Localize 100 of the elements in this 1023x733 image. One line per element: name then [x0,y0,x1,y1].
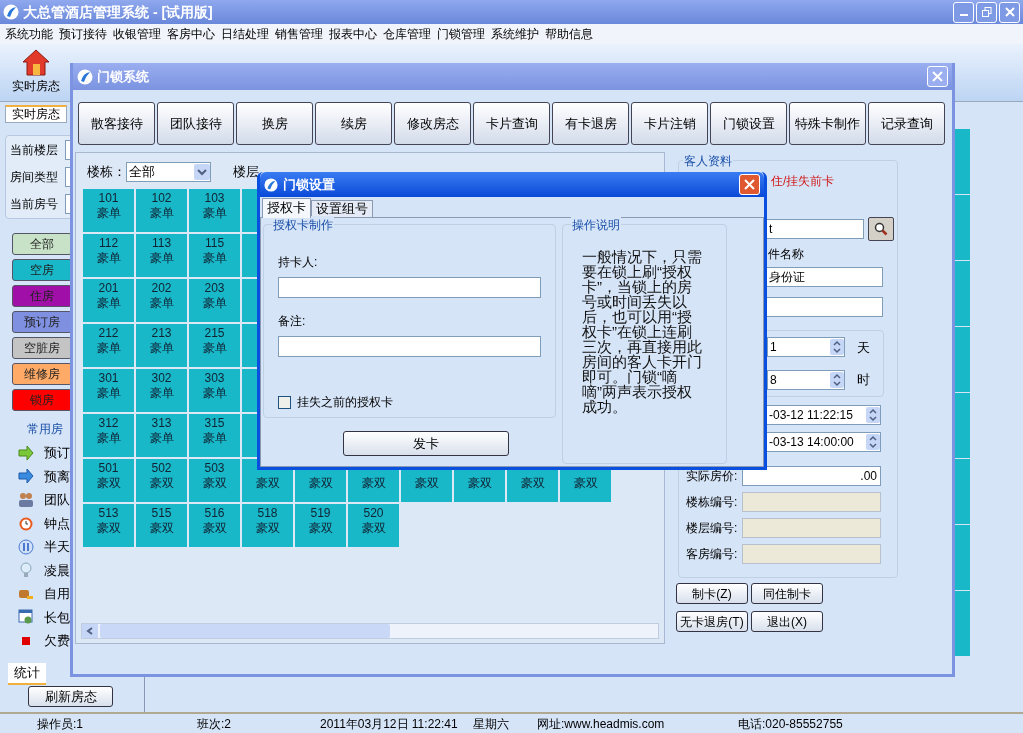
input-field[interactable]: .00 [742,466,881,486]
list-item[interactable]: 团队 [44,490,70,510]
legend-button[interactable]: 空脏房 [12,337,72,359]
tab[interactable]: 授权卡 [262,198,311,218]
menu-item[interactable]: 预订接待 [56,25,110,43]
dropdown[interactable]: 身份证 [766,267,883,287]
list-item[interactable]: 预订 [44,443,70,463]
room-tile[interactable]: 203 豪单 [189,279,240,322]
input-field[interactable] [766,297,883,317]
list-item[interactable]: 长包 [44,607,70,627]
action-button[interactable]: 同住制卡 [751,583,823,604]
toolbar-button[interactable]: 有卡退房 [552,102,629,145]
room-tile[interactable]: 313 豪单 [136,414,187,457]
refresh-button[interactable]: 刷新房态 [28,686,113,707]
room-tile[interactable]: 519 豪双 [295,504,346,547]
tab[interactable]: 设置组号 [311,200,373,218]
room-tile[interactable]: 213 豪单 [136,324,187,367]
scrollbar-thumb[interactable] [100,624,390,638]
input-field[interactable] [742,492,881,512]
input-field[interactable] [278,277,541,298]
minimize-button[interactable] [953,1,974,23]
room-tile[interactable]: 112 豪单 [83,234,134,277]
toolbar-button[interactable]: 团队接待 [157,102,234,145]
room-tile[interactable]: 515 豪双 [136,504,187,547]
toolbar-button[interactable]: 续房 [315,102,392,145]
menu-item[interactable]: 系统功能 [2,25,56,43]
toolbar-button[interactable]: 卡片注销 [631,102,708,145]
room-tile[interactable]: 520 豪双 [348,504,399,547]
list-item[interactable]: 欠费 [44,631,70,651]
toolbar-button[interactable]: 实时房态 [12,48,60,95]
spin-field[interactable]: -03-13 14:00:00 [766,432,881,452]
spin-field[interactable]: 8 [767,369,845,390]
list-item[interactable]: 预离 [44,466,70,486]
legend-button[interactable]: 锁房 [12,389,72,411]
spin-field[interactable]: 1 [767,337,845,358]
room-tile[interactable]: 101 豪单 [83,189,134,232]
menu-item[interactable]: 门锁管理 [434,25,488,43]
toolbar-button[interactable]: 记录查询 [868,102,945,145]
toolbar-button[interactable]: 修改房态 [394,102,471,145]
menu-item[interactable]: 系统维护 [488,25,542,43]
room-tile[interactable]: 312 豪单 [83,414,134,457]
room-tile[interactable]: 201 豪单 [83,279,134,322]
toolbar-button[interactable]: 换房 [236,102,313,145]
spin-field[interactable]: -03-12 11:22:15 [766,405,881,425]
room-tile[interactable]: 102 豪单 [136,189,187,232]
room-tile[interactable]: 212 豪单 [83,324,134,367]
room-tile[interactable]: 301 豪单 [83,369,134,412]
room-tile[interactable]: 302 豪单 [136,369,187,412]
field-label: 实际房价: [686,468,739,485]
legend-button[interactable]: 维修房 [12,363,72,385]
room-tile[interactable]: 315 豪单 [189,414,240,457]
input-field[interactable] [742,518,881,538]
room-tile[interactable]: 113 豪单 [136,234,187,277]
room-tile[interactable]: 215 豪单 [189,324,240,367]
menu-item[interactable]: 客房中心 [164,25,218,43]
list-item[interactable]: 钟点 [44,513,70,533]
menu-item[interactable]: 仓库管理 [380,25,434,43]
maximize-button[interactable] [976,1,997,23]
room-tile[interactable]: 503 豪双 [189,459,240,502]
action-button[interactable]: 制卡(Z) [676,583,748,604]
menu-item[interactable]: 日结处理 [218,25,272,43]
tab[interactable]: 统计 [8,663,46,685]
legend-button[interactable]: 预订房 [12,311,72,333]
toolbar-button[interactable]: 门锁设置 [710,102,787,145]
room-tile[interactable]: 502 豪双 [136,459,187,502]
input-field[interactable] [742,544,881,564]
action-button[interactable]: 无卡退房(T) [676,611,748,632]
toolbar-button[interactable]: 卡片查询 [473,102,550,145]
menu-item[interactable]: 收银管理 [110,25,164,43]
input-field[interactable]: t [766,219,864,239]
room-tile[interactable]: 501 豪双 [83,459,134,502]
room-tile[interactable]: 202 豪单 [136,279,187,322]
action-button[interactable]: 退出(X) [751,611,823,632]
menu-item[interactable]: 帮助信息 [542,25,596,43]
room-tile[interactable]: 513 豪双 [83,504,134,547]
tab[interactable]: 实时房态 [5,105,67,123]
room-tile[interactable]: 303 豪单 [189,369,240,412]
scroll-left-button[interactable] [82,624,98,638]
room-tile[interactable]: 115 豪单 [189,234,240,277]
list-item[interactable]: 自用 [44,584,70,604]
menu-item[interactable]: 报表中心 [326,25,380,43]
horizontal-scrollbar[interactable] [81,623,659,639]
legend-button[interactable]: 全部 [12,233,72,255]
room-tile[interactable]: 103 豪单 [189,189,240,232]
close-button[interactable] [739,174,760,195]
list-item[interactable]: 凌晨 [44,560,70,580]
menu-item[interactable]: 销售管理 [272,25,326,43]
checkbox[interactable] [278,395,291,409]
room-tile[interactable]: 516 豪双 [189,504,240,547]
issue-card-button[interactable]: 发卡 [343,431,509,456]
close-button[interactable] [999,1,1020,23]
legend-button[interactable]: 空房 [12,259,72,281]
input-field[interactable] [278,336,541,357]
room-tile[interactable]: 518 豪双 [242,504,293,547]
toolbar-button[interactable]: 散客接待 [78,102,155,145]
close-button[interactable] [927,66,948,87]
search-button[interactable] [868,217,894,241]
toolbar-button[interactable]: 特殊卡制作 [789,102,866,145]
dropdown[interactable]: 全部 [126,162,211,182]
list-item[interactable]: 半天 [44,537,70,557]
